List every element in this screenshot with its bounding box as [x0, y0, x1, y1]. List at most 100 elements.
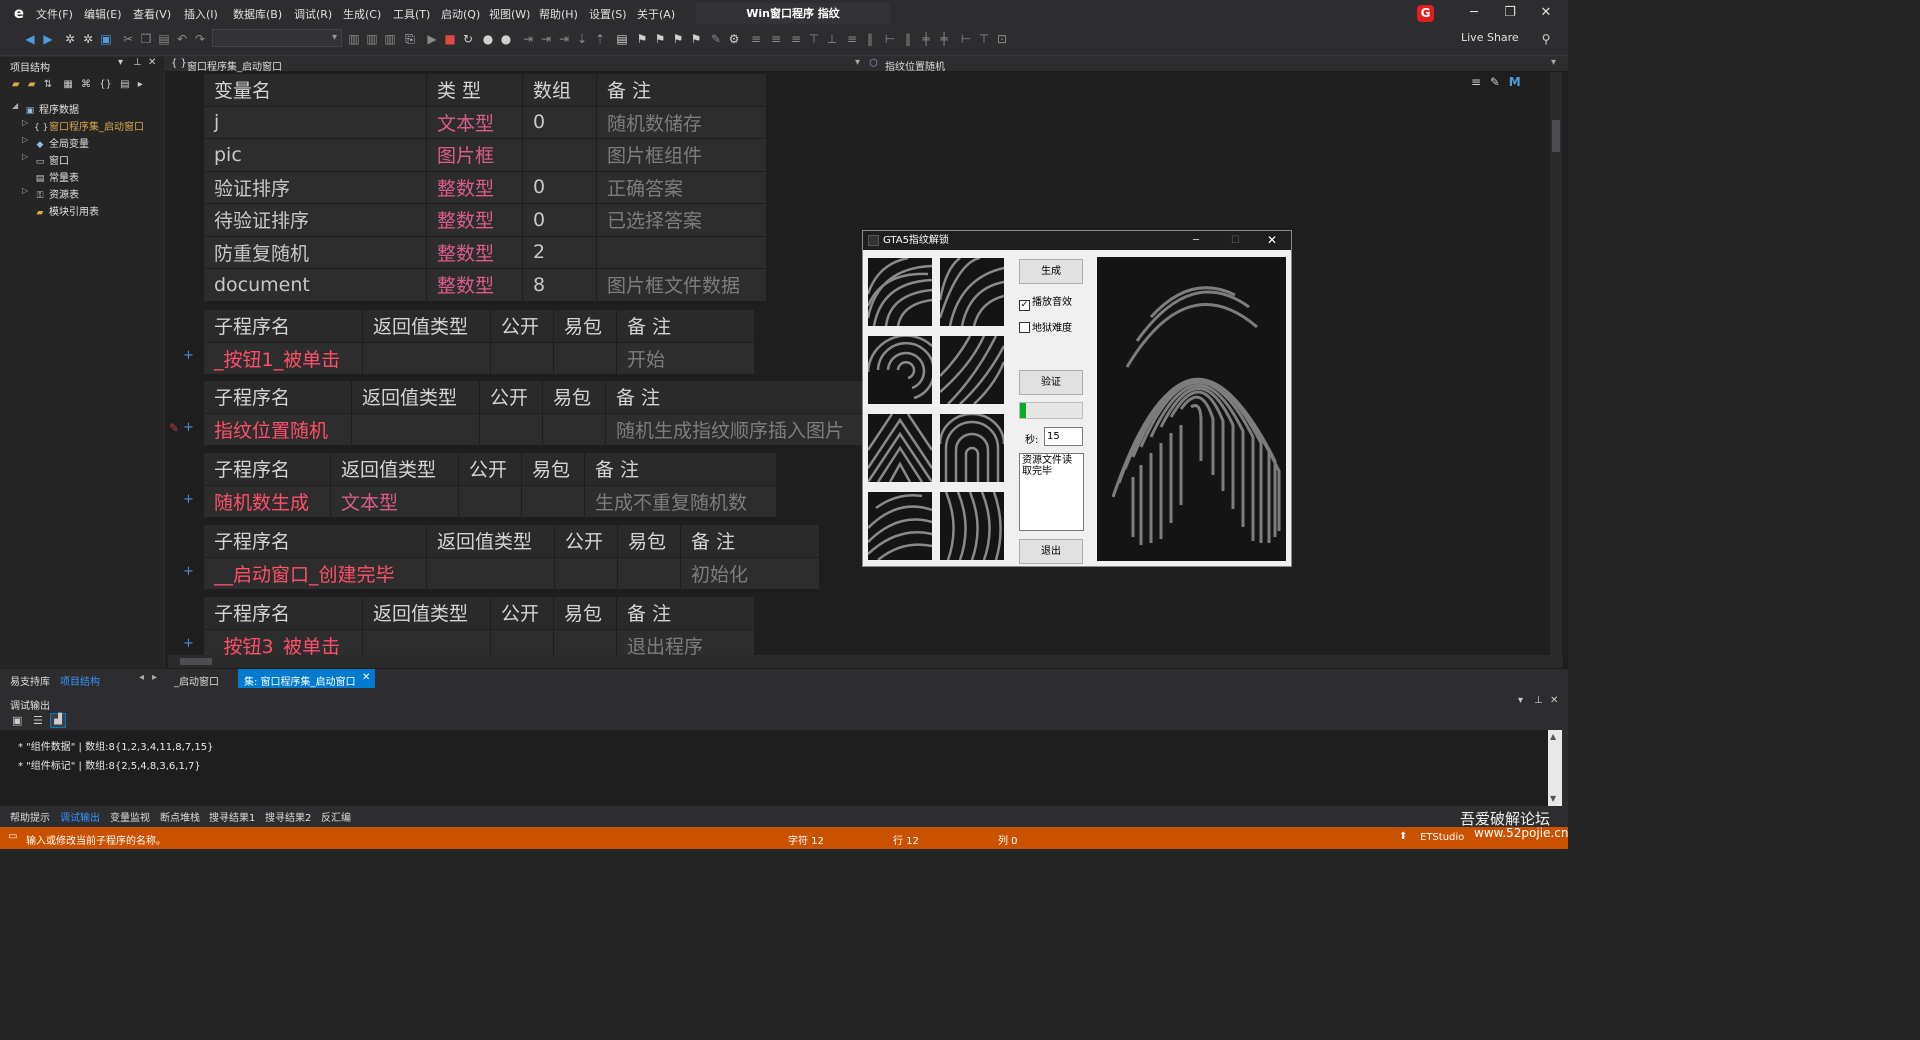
scroll-thumb[interactable] [1552, 120, 1560, 152]
sub-comment[interactable]: 生成不重复随机数 [584, 484, 777, 518]
bookmark-icon[interactable]: ⚑ [670, 31, 686, 47]
forward-icon[interactable]: ▶ [40, 31, 56, 47]
table-row[interactable]: 防重复随机 整数型 2 [203, 235, 767, 269]
sound-checkbox[interactable]: ✓ 播放音效 [1019, 293, 1072, 311]
undo-icon[interactable]: ↶ [174, 31, 190, 47]
sub-easy-package[interactable] [542, 412, 606, 446]
var-name[interactable]: j [203, 105, 427, 139]
insert-icon[interactable]: ▥ [382, 31, 398, 47]
sub-name[interactable]: 随机数生成 [203, 484, 331, 518]
doc-tab-active[interactable]: 集: 窗口程序集_启动窗口 ✕ [238, 669, 375, 688]
account-badge-icon[interactable]: G [1417, 5, 1434, 22]
sort-icon[interactable]: ⇅ [44, 79, 52, 90]
sub-name[interactable]: 指纹位置随机 [203, 412, 352, 446]
align-icon[interactable]: ≡ [844, 31, 860, 47]
menu-database[interactable]: 数据库(B) [233, 6, 282, 22]
tree-item-assembly[interactable]: ▷ { }窗口程序集_启动窗口 [22, 118, 144, 133]
tab-support-library[interactable]: 易支持库 [10, 673, 50, 688]
scroll-right-icon[interactable]: ▸ [152, 672, 157, 683]
var-type[interactable]: 文本型 [426, 105, 523, 139]
panel-menu-icon[interactable]: ▾ [118, 57, 123, 68]
clear-icon[interactable]: ▣ [12, 714, 22, 727]
bookmark-icon[interactable]: ⚑ [652, 31, 668, 47]
var-type[interactable]: 整数型 [426, 203, 523, 237]
var-array[interactable]: 2 [522, 235, 597, 269]
table-row[interactable]: document 整数型 8 图片框文件数据 [203, 268, 767, 302]
bookmark-icon[interactable]: ⚑ [634, 31, 650, 47]
fingerprint-piece[interactable] [868, 258, 932, 326]
open-icon[interactable]: ✲ [80, 31, 96, 47]
sub-public[interactable] [554, 556, 618, 590]
live-share-button[interactable]: Live Share [1461, 31, 1519, 44]
close-icon[interactable]: ✕ [1550, 695, 1558, 706]
feedback-icon[interactable]: ⚲ [1538, 31, 1554, 47]
cut-icon[interactable]: ✂ [120, 31, 136, 47]
wrench-icon[interactable]: ✎ [708, 31, 724, 47]
step-icon[interactable]: ⇣ [574, 31, 590, 47]
compile-icon[interactable]: ⎘ [402, 31, 418, 47]
seconds-input[interactable]: 15 [1044, 427, 1083, 446]
align-icon[interactable]: ≡ [788, 31, 804, 47]
panel-menu-icon[interactable]: ▾ [1518, 695, 1523, 706]
copy-icon[interactable]: ❐ [138, 31, 154, 47]
expand-arrow-icon[interactable]: ▷ [22, 186, 28, 195]
var-type[interactable]: 整数型 [426, 235, 523, 269]
breadcrumb-left[interactable]: 窗口程序集_启动窗口 [187, 58, 282, 73]
close-button[interactable]: ✕ [1532, 4, 1560, 22]
table-row[interactable]: j 文本型 0 随机数储存 [203, 105, 767, 139]
var-name[interactable]: document [203, 268, 427, 302]
table-row[interactable]: pic 图片框 图片框组件 [203, 138, 767, 172]
align-icon[interactable]: ≡ [748, 31, 764, 47]
tree-icon[interactable]: ⌘ [81, 79, 91, 90]
bookmark-icon[interactable]: ⚑ [688, 31, 704, 47]
table-row[interactable]: 验证排序 整数型 0 正确答案 [203, 170, 767, 204]
expand-icon[interactable]: ▸ [138, 79, 143, 90]
config-select[interactable]: ▾ [212, 29, 342, 47]
paste-icon[interactable]: ▤ [156, 31, 172, 47]
output-scrollbar[interactable]: ▲ ▼ [1548, 730, 1562, 806]
editor-vertical-scrollbar[interactable] [1550, 72, 1562, 656]
var-type[interactable]: 整数型 [426, 268, 523, 302]
checkbox-icon[interactable] [1019, 322, 1030, 333]
sub-comment[interactable]: 初始化 [680, 556, 820, 590]
var-comment[interactable] [596, 235, 767, 269]
fingerprint-piece[interactable] [868, 414, 932, 482]
sub-public[interactable] [490, 341, 554, 375]
table-row[interactable]: 随机数生成 文本型 生成不重复随机数 [203, 484, 777, 518]
tab-debug-output[interactable]: 调试输出 [60, 809, 100, 824]
restart-icon[interactable]: ↻ [460, 31, 476, 47]
hell-difficulty-checkbox[interactable]: 地狱难度 [1019, 319, 1072, 334]
var-array[interactable]: 0 [522, 170, 597, 204]
step-icon[interactable]: ⇥ [556, 31, 572, 47]
menu-edit[interactable]: 编辑(E) [84, 6, 122, 22]
align-icon[interactable]: ⊢ [882, 31, 898, 47]
pin-icon[interactable]: ⊥ [1534, 695, 1543, 706]
step-icon[interactable]: ⇥ [520, 31, 536, 47]
pin-icon[interactable]: ⊥ [133, 57, 142, 68]
var-array[interactable] [522, 138, 597, 172]
table-row[interactable]: 待验证排序 整数型 0 已选择答案 [203, 203, 767, 237]
var-name[interactable]: 待验证排序 [203, 203, 427, 237]
sub-easy-package[interactable] [521, 484, 585, 518]
tree-item-globals[interactable]: ▷ ◆ 全局变量 [22, 135, 89, 150]
close-icon[interactable]: ✕ [1267, 231, 1277, 250]
expand-plus-icon[interactable]: + [183, 492, 194, 507]
layout-icon[interactable]: ▤ [120, 79, 129, 90]
expand-arrow-icon[interactable]: ▷ [22, 118, 28, 127]
expand-plus-icon[interactable]: + [183, 420, 194, 435]
fingerprint-piece[interactable] [940, 258, 1004, 326]
var-name[interactable]: 防重复随机 [203, 235, 427, 269]
var-comment[interactable]: 已选择答案 [596, 203, 767, 237]
sub-return-type[interactable] [351, 412, 480, 446]
m-icon[interactable]: M [1509, 75, 1521, 89]
dropdown-arrow-icon[interactable]: ▾ [855, 57, 860, 68]
expand-arrow-icon[interactable]: ▷ [22, 152, 28, 161]
tab-disassembly[interactable]: 反汇编 [321, 809, 351, 824]
insert-icon[interactable]: ▥ [364, 31, 380, 47]
var-array[interactable]: 0 [522, 203, 597, 237]
chart-icon[interactable]: ▟ [50, 713, 66, 728]
table-row[interactable]: __启动窗口_创建完毕 初始化 [203, 556, 820, 590]
expand-arrow-icon[interactable]: ▷ [22, 135, 28, 144]
sub-return-type[interactable] [426, 556, 555, 590]
sub-comment[interactable]: 开始 [616, 341, 755, 375]
